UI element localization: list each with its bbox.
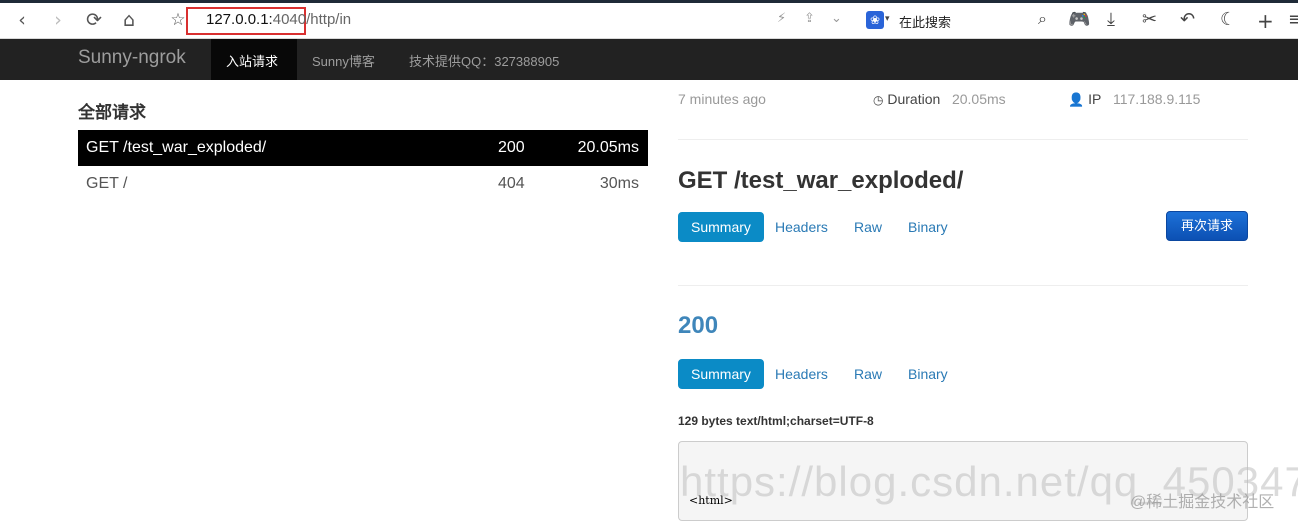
reload-icon[interactable]: ⟳ [82,8,106,32]
request-path: GET /test_war_exploded/ [86,139,267,156]
tab-response-summary[interactable]: Summary [678,359,764,389]
request-duration: 20.05ms [577,139,639,156]
url-port: 4040 [272,11,307,28]
duration-label: Duration [887,91,941,107]
duration-value: 20.05ms [951,91,1006,107]
browser-toolbar: ‹ › ⟳ ⌂ ☆ 127.0.0.1:4040/http/in ⚡ ⇪ ⌄ ❀… [0,0,1298,39]
response-status-code: 200 [678,312,719,339]
duration-meta: ◷ Duration 20.05ms [873,91,1006,107]
request-title: GET /test_war_exploded/ [678,167,964,194]
ip-label: IP [1088,91,1102,107]
gamepad-icon[interactable]: 🎮 [1068,9,1090,30]
scissors-icon[interactable]: ✂ [1142,9,1157,30]
nav-qq-support[interactable]: 技术提供QQ：327388905 [409,51,559,70]
download-icon[interactable]: ⤓ [1107,9,1115,30]
plus-icon[interactable]: + [1257,9,1274,33]
clock-icon: ◷ [873,93,884,107]
lightning-icon[interactable]: ⚡ [777,11,786,26]
tab-response-headers[interactable]: Headers [762,359,841,389]
ip-value: 117.188.9.115 [1112,91,1201,107]
url-host: 127.0.0.1: [206,11,273,28]
request-path: GET / [86,175,128,192]
tab-request-raw[interactable]: Raw [841,212,895,242]
tab-response-raw[interactable]: Raw [841,359,895,389]
nav-sunny-blog[interactable]: Sunny博客 [312,51,375,70]
divider [678,285,1248,286]
forward-icon[interactable]: › [46,8,70,32]
tab-request-binary[interactable]: Binary [895,212,961,242]
home-icon[interactable]: ⌂ [117,8,141,32]
chevron-down-icon[interactable]: ⌄ [831,11,842,26]
all-requests-title: 全部请求 [78,103,146,122]
response-meta: 129 bytes text/html;charset=UTF-8 [678,414,874,428]
request-duration: 30ms [599,175,639,192]
url-path: /http/in [306,11,352,28]
menu-icon[interactable]: ≡ [1288,9,1298,30]
nav-inbound-requests[interactable]: 入站请求 [226,51,278,70]
navbar: Sunny-ngrok 入站请求 Sunny博客 技术提供QQ：32738890… [0,39,1298,80]
browser-tab-strip [0,0,1298,3]
time-ago: 7 minutes ago [678,91,766,107]
search-icon[interactable]: ⌕ [1038,9,1047,29]
ip-meta: 👤 IP 117.188.9.115 [1068,91,1200,108]
address-bar[interactable]: 127.0.0.1:4040/http/in [206,11,351,28]
request-row[interactable]: GET / 404 30ms [78,166,648,202]
request-status: 200 [498,139,525,156]
request-row[interactable]: GET /test_war_exploded/ 200 20.05ms [78,130,648,166]
replay-button[interactable]: 再次请求 [1166,211,1248,241]
divider [678,139,1248,140]
tab-request-headers[interactable]: Headers [762,212,841,242]
back-icon[interactable]: ‹ [10,8,34,32]
share-icon[interactable]: ⇪ [804,11,815,26]
undo-icon[interactable]: ↶ [1180,9,1195,30]
tab-request-summary[interactable]: Summary [678,212,764,242]
search-input[interactable]: 在此搜索 [899,12,951,31]
tab-response-binary[interactable]: Binary [895,359,961,389]
juejin-watermark: @稀土掘金技术社区 [1130,494,1275,511]
baidu-icon[interactable]: ❀ [866,11,884,29]
request-status: 404 [498,175,525,192]
engine-caret-icon[interactable]: ▾ [885,13,890,24]
user-icon: 👤 [1068,93,1085,108]
brand[interactable]: Sunny-ngrok [78,47,186,69]
moon-icon[interactable]: ☾ [1220,9,1236,30]
